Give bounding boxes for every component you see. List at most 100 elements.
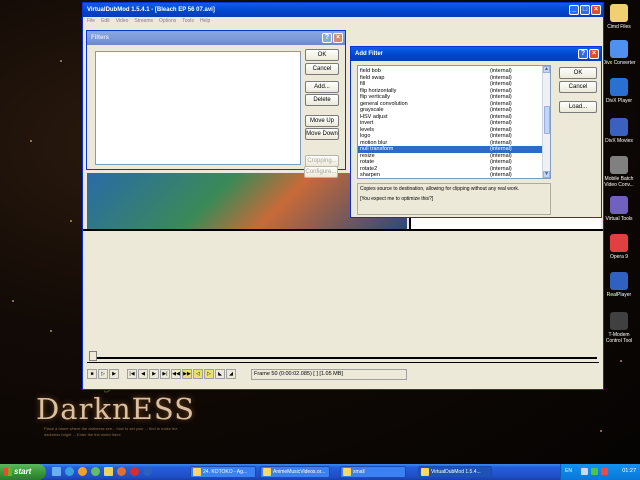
move-down-button[interactable]: Move Down [305, 128, 339, 140]
filter-description-note: [You expect me to optimize this?] [360, 196, 434, 202]
move-up-button[interactable]: Move Up [305, 115, 339, 127]
desktop-icon[interactable]: Mobile Batch Video Conv... [600, 156, 638, 188]
load-filter-button[interactable]: Load... [559, 101, 597, 113]
system-tray: EN 01:27 [560, 464, 640, 480]
filters-title: Filters [91, 35, 110, 41]
desktop-icon-label: Virtual Tools [605, 216, 633, 222]
desktop-icon-label: RealPlayer [606, 292, 632, 298]
desktop-icon-label: DivX Movies [605, 138, 633, 144]
stop-icon[interactable]: ■ [87, 369, 97, 379]
available-filters-list[interactable]: field bob (internal) field swap (internal) f… [357, 65, 551, 179]
vdub-menubar: File Edit Video Streams Options Tools He… [83, 17, 603, 26]
next-key-icon[interactable]: ▶▶ [182, 369, 192, 379]
desktop-icon[interactable]: T-Modem Control Tool [600, 312, 638, 344]
desktop-icon[interactable]: DivX Movies [600, 118, 638, 144]
add-filter-button[interactable]: Add... [305, 81, 339, 93]
filters-close-icon[interactable]: × [333, 33, 343, 43]
taskbar-item[interactable]: AnimeMusicVideos.or... [260, 466, 330, 478]
configure-button[interactable]: Configure... [304, 166, 338, 178]
messenger-icon[interactable] [91, 467, 100, 476]
app-icon [610, 4, 628, 22]
empty-work-area [83, 231, 603, 349]
media-player-icon[interactable] [78, 467, 87, 476]
menu-tools[interactable]: Tools [182, 17, 194, 26]
opera-icon[interactable] [130, 467, 139, 476]
delete-filter-button[interactable]: Delete [305, 94, 339, 106]
go-start-icon[interactable]: |◀ [127, 369, 137, 379]
wallpaper-tagline: Place a name where the darkness see... h… [44, 426, 178, 437]
go-end-icon[interactable]: ▶| [160, 369, 170, 379]
desktop-icon[interactable]: RealPlayer [600, 272, 638, 298]
desktop-icon[interactable]: Opera 9 [600, 234, 638, 260]
taskbar-item-label: small [353, 469, 365, 475]
app-icon [610, 196, 628, 214]
add-filter-titlebar[interactable]: Add Filter ? × [351, 47, 601, 61]
start-button[interactable]: start [0, 464, 46, 480]
scene-forward-icon[interactable]: ▷ [204, 369, 214, 379]
desktop-icon-label: Divx Converter [602, 60, 636, 66]
minimize-icon[interactable]: _ [569, 5, 579, 15]
scroll-up-icon[interactable]: ▲ [543, 66, 550, 73]
close-icon[interactable]: × [591, 5, 601, 15]
add-filter-cancel-button[interactable]: Cancel [559, 81, 597, 93]
vdub-titlebar[interactable]: VirtualDubMod 1.5.4.1 - [Bleach EP 56 07… [83, 3, 603, 17]
internet-explorer-icon[interactable] [65, 467, 74, 476]
desktop-icon-label: DivX Player [605, 98, 633, 104]
play-input-icon[interactable]: ▷ [98, 369, 108, 379]
help-icon[interactable]: ? [322, 33, 332, 43]
scroll-down-icon[interactable]: ▼ [543, 171, 550, 178]
firefox-icon[interactable] [117, 467, 126, 476]
mark-out-icon[interactable]: ◢ [226, 369, 236, 379]
timeline-track[interactable] [97, 357, 597, 359]
folder-icon[interactable] [104, 467, 113, 476]
desktop-icon[interactable]: Virtual Tools [600, 196, 638, 222]
show-desktop-icon[interactable] [52, 467, 61, 476]
add-filter-close-icon[interactable]: × [589, 49, 599, 59]
desktop-icon[interactable]: Divx Converter [600, 40, 638, 66]
maximize-icon[interactable]: □ [580, 5, 590, 15]
prev-key-icon[interactable]: ◀◀ [171, 369, 181, 379]
add-filter-ok-button[interactable]: OK [559, 67, 597, 79]
desktop-icon[interactable]: DivX Player [600, 78, 638, 104]
step-back-icon[interactable]: ◀ [138, 369, 148, 379]
menu-options[interactable]: Options [159, 17, 176, 26]
tray-antivirus-icon[interactable] [601, 468, 608, 475]
transport-toolbar: ■ ▷ ▶ |◀ ◀ ▶ ▶| ◀◀ ▶▶ ◁ ▷ ◣ ◢ [87, 369, 236, 379]
taskbar-item[interactable]: 24. KOTOKO - Ag... [190, 466, 256, 478]
taskbar-app-icon [343, 468, 351, 476]
filters-scrollbar[interactable]: ▲ ▼ [542, 66, 550, 178]
tray-speaker-icon[interactable] [581, 468, 588, 475]
taskbar-item-label: 24. KOTOKO - Ag... [203, 469, 248, 475]
menu-streams[interactable]: Streams [134, 17, 153, 26]
filters-ok-button[interactable]: OK [305, 49, 339, 61]
menu-edit[interactable]: Edit [101, 17, 110, 26]
vdub-title: VirtualDubMod 1.5.4.1 - [Bleach EP 56 07… [87, 7, 215, 13]
app-icon [610, 234, 628, 252]
taskbar-item[interactable]: small [340, 466, 406, 478]
filters-cancel-button[interactable]: Cancel [305, 63, 339, 75]
realplayer-icon[interactable] [143, 467, 152, 476]
clock[interactable]: 01:27 [622, 468, 636, 474]
menu-video[interactable]: Video [116, 17, 129, 26]
filter-list-item[interactable]: sharpen (internal) [358, 172, 550, 178]
add-filter-help-icon[interactable]: ? [578, 49, 588, 59]
scene-back-icon[interactable]: ◁ [193, 369, 203, 379]
app-icon [610, 272, 628, 290]
menu-help[interactable]: Help [200, 17, 210, 26]
tray-network-icon[interactable] [591, 468, 598, 475]
add-filter-title: Add Filter [355, 51, 383, 57]
timeline-marker [87, 362, 599, 363]
step-forward-icon[interactable]: ▶ [149, 369, 159, 379]
filter-description: Copies source to destination, allowing f… [360, 186, 520, 192]
desktop-icon[interactable]: Cimd Files [600, 4, 638, 30]
filters-titlebar[interactable]: Filters ? × [87, 31, 345, 45]
taskbar-item[interactable]: VirtualDubMod 1.5.4... [418, 466, 492, 478]
active-filters-list[interactable] [95, 51, 301, 165]
menu-file[interactable]: File [87, 17, 95, 26]
timeline-slider-thumb[interactable] [89, 351, 97, 361]
mark-in-icon[interactable]: ◣ [215, 369, 225, 379]
scrollbar-thumb[interactable] [544, 106, 550, 134]
language-indicator[interactable]: EN [565, 468, 572, 474]
play-output-icon[interactable]: ▶ [109, 369, 119, 379]
app-icon [610, 118, 628, 136]
